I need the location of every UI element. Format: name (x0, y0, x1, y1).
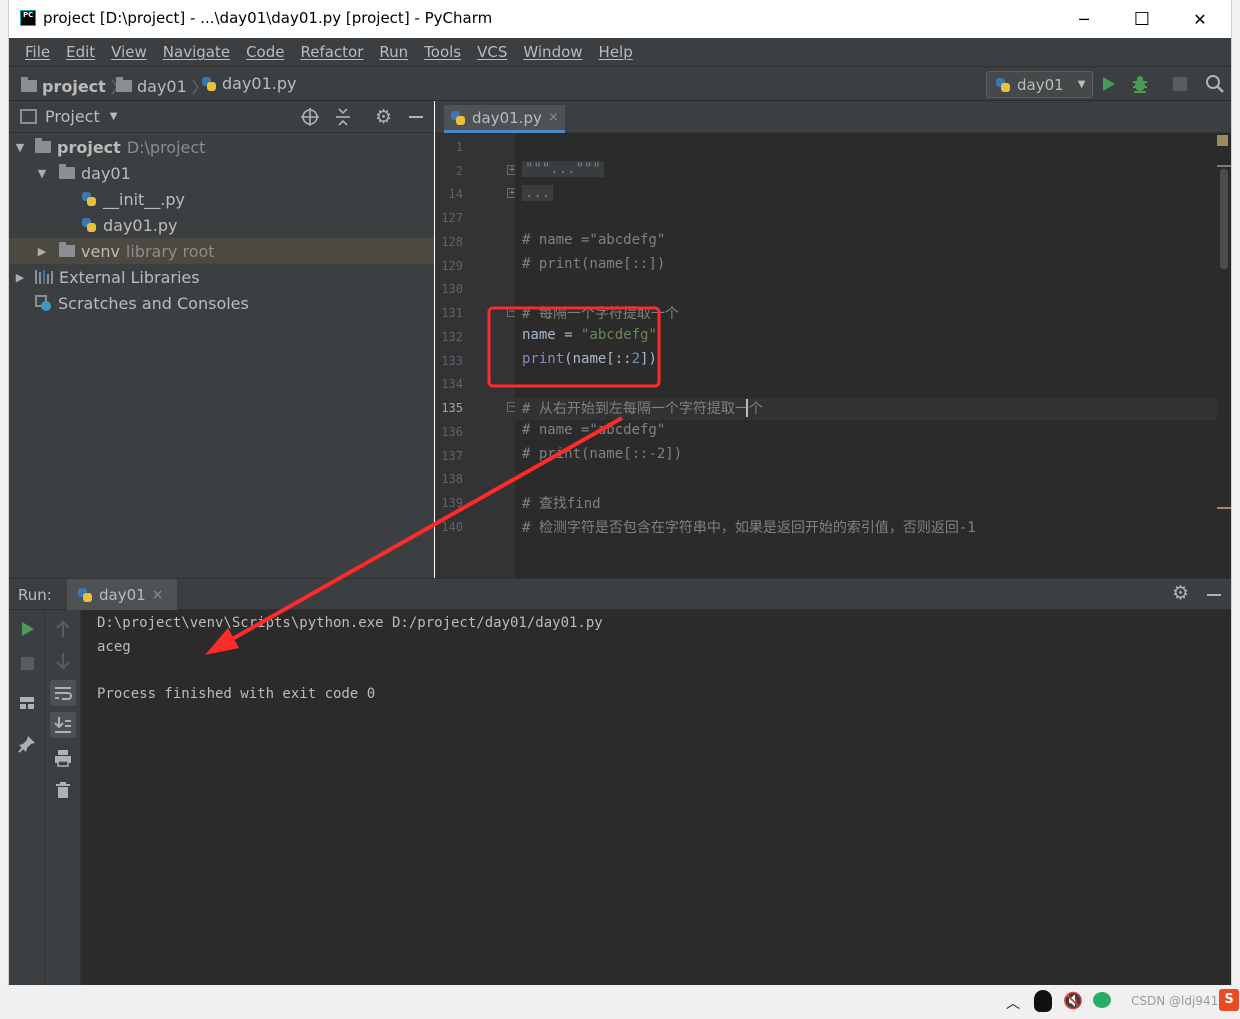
wechat-tray-icon[interactable] (1093, 992, 1111, 1008)
annotation-arrow-line (219, 416, 623, 648)
annotation-arrow-head (205, 628, 239, 655)
watermark-text: CSDN @ldj9411 (1131, 994, 1226, 1008)
system-taskbar: ︿ 🔇 CSDN @ldj9411 S (0, 985, 1240, 1019)
input-method-icon[interactable]: S (1219, 989, 1239, 1011)
annotation-overlay (205, 306, 661, 655)
volume-muted-icon[interactable]: 🔇 (1063, 991, 1083, 1010)
qq-tray-icon[interactable] (1034, 990, 1052, 1012)
tray-chevron-up-icon[interactable]: ︿ (1006, 993, 1020, 1013)
annotation-box (487, 306, 661, 388)
